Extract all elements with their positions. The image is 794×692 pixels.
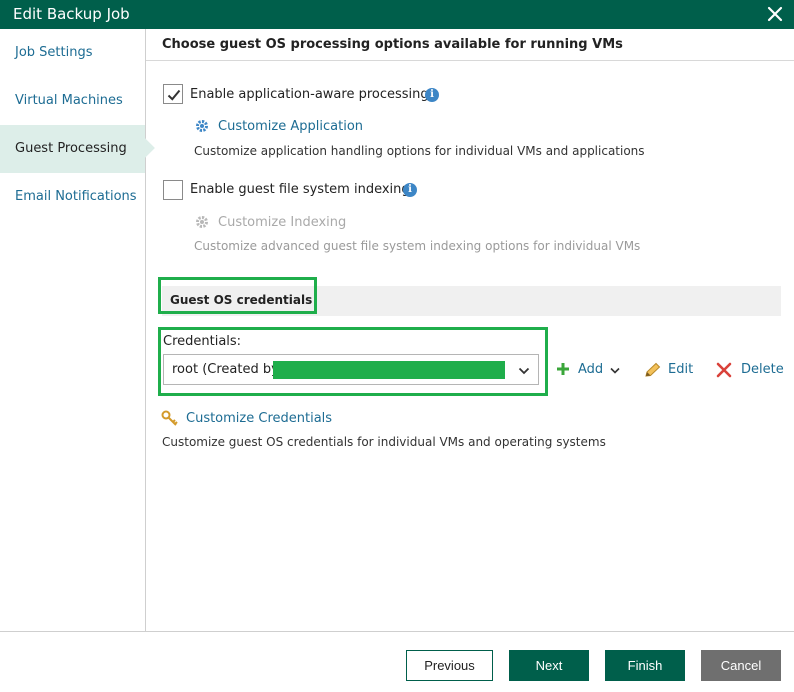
plus-icon (557, 363, 569, 375)
info-icon[interactable]: i (403, 183, 417, 197)
page-heading: Choose guest OS processing options avail… (146, 29, 794, 61)
key-icon (161, 410, 179, 428)
title-bar: Edit Backup Job (0, 0, 794, 29)
wizard-sidebar: Job Settings Virtual Machines Guest Proc… (0, 29, 146, 631)
close-icon[interactable] (764, 3, 786, 25)
add-button[interactable]: Add (556, 361, 624, 381)
finish-button[interactable]: Finish (605, 650, 685, 681)
customize-credentials-link[interactable]: Customize Credentials (186, 411, 332, 426)
delete-button[interactable]: Delete (716, 361, 784, 381)
cancel-button[interactable]: Cancel (701, 650, 781, 681)
app-aware-checkbox[interactable] (163, 84, 183, 104)
app-aware-label: Enable application-aware processing (190, 87, 429, 102)
gear-icon (194, 214, 210, 230)
sidebar-item-job-settings[interactable]: Job Settings (0, 29, 145, 77)
sidebar-item-virtual-machines[interactable]: Virtual Machines (0, 77, 145, 125)
edit-button[interactable]: Edit (644, 361, 696, 381)
app-aware-description: Customize application handling options f… (194, 144, 645, 158)
chevron-down-icon (610, 367, 620, 374)
sidebar-item-email-notifications[interactable]: Email Notifications (0, 173, 145, 221)
previous-button[interactable]: Previous (406, 650, 493, 681)
checkmark-icon (167, 89, 181, 101)
customize-indexing-link: Customize Indexing (218, 215, 347, 230)
gear-icon (194, 118, 210, 134)
highlight-box (158, 277, 317, 314)
credentials-description: Customize guest OS credentials for indiv… (162, 435, 606, 449)
indexing-checkbox[interactable] (163, 180, 183, 200)
next-button[interactable]: Next (509, 650, 589, 681)
delete-label: Delete (741, 362, 784, 377)
window-title: Edit Backup Job (13, 5, 130, 23)
main-panel: Choose guest OS processing options avail… (146, 29, 794, 631)
wizard-footer: Previous Next Finish Cancel (0, 631, 794, 692)
pencil-icon (645, 362, 661, 377)
indexing-description: Customize advanced guest file system ind… (194, 239, 641, 253)
indexing-label: Enable guest file system indexing (190, 182, 410, 197)
add-label: Add (578, 362, 604, 377)
delete-icon (716, 362, 732, 378)
sidebar-item-guest-processing[interactable]: Guest Processing (0, 125, 145, 173)
highlight-box (158, 327, 548, 396)
customize-application-link[interactable]: Customize Application (218, 119, 363, 134)
edit-label: Edit (668, 362, 694, 377)
info-icon[interactable]: i (425, 88, 439, 102)
